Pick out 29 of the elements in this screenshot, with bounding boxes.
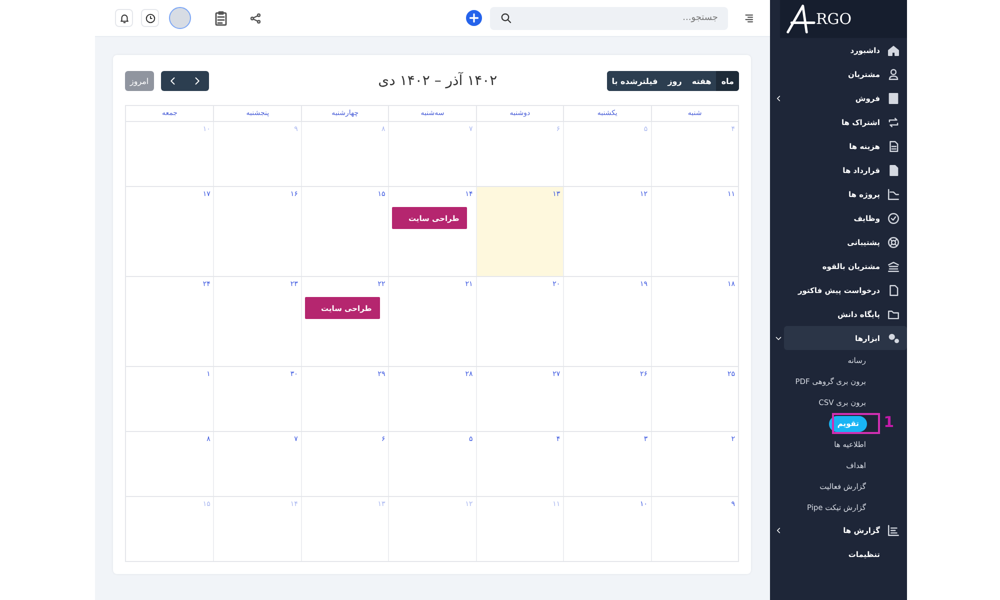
clock-button[interactable] bbox=[141, 9, 159, 27]
document-icon[interactable] bbox=[887, 92, 900, 104]
view-tab[interactable]: ماه bbox=[716, 71, 739, 91]
bar-chart-icon[interactable] bbox=[887, 524, 900, 536]
search-icon[interactable] bbox=[500, 12, 512, 24]
calendar-title: ۱۴۰۲ آذر – ۱۴۰۲ دی bbox=[378, 73, 498, 89]
repeat-icon[interactable] bbox=[887, 116, 900, 128]
share-icon[interactable] bbox=[249, 12, 262, 24]
lifebuoy-icon[interactable] bbox=[887, 236, 900, 248]
chevron-left-icon[interactable] bbox=[774, 526, 783, 534]
folder-icon[interactable] bbox=[887, 308, 900, 320]
bank-icon[interactable] bbox=[887, 260, 900, 272]
file-icon[interactable] bbox=[887, 140, 900, 152]
notification-button[interactable] bbox=[115, 9, 133, 27]
file-icon[interactable] bbox=[887, 164, 900, 176]
check-circle-icon[interactable] bbox=[887, 212, 900, 224]
home-icon[interactable] bbox=[887, 44, 900, 56]
clock-icon[interactable] bbox=[144, 12, 156, 24]
file-icon[interactable] bbox=[887, 284, 900, 296]
bell-icon[interactable] bbox=[118, 12, 130, 24]
chevron-left-icon[interactable] bbox=[774, 94, 783, 102]
logo-a-drawing[interactable] bbox=[786, 4, 816, 34]
chart-icon[interactable] bbox=[887, 188, 900, 200]
logo-text: RGO bbox=[816, 10, 852, 28]
clipboard-icon[interactable] bbox=[213, 10, 229, 26]
annotation-number: 1 bbox=[884, 413, 894, 431]
search-field[interactable]: جستجو... bbox=[490, 6, 728, 30]
annotation-box bbox=[832, 413, 880, 434]
user-icon[interactable] bbox=[887, 68, 900, 80]
